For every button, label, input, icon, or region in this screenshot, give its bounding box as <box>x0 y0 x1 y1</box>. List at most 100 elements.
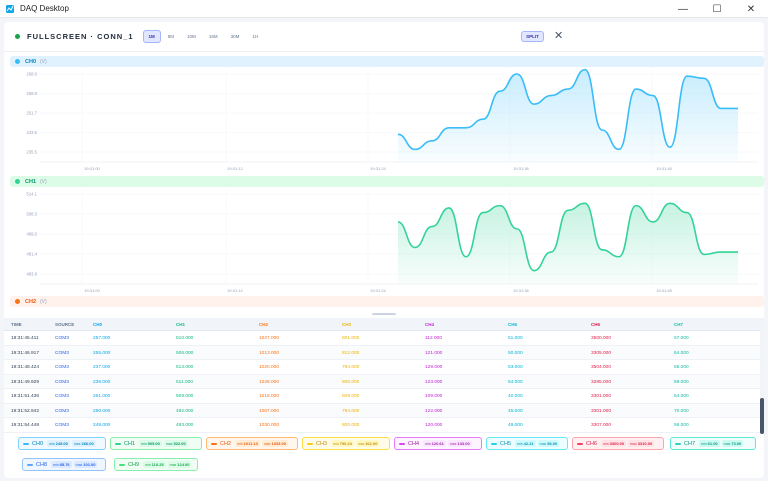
table-cell: 40.000 <box>508 394 523 399</box>
chip-min-stat: min 61.00 <box>699 440 720 447</box>
channel-color-swatch <box>115 442 121 445</box>
readings-table: TIME SOURCE CH0 CH1 CH2 CH3 CH4 CH5 CH6 CH7 19:31… <box>4 318 760 433</box>
table-cell: 3305.000 <box>591 350 612 356</box>
chip-max-stat: max 3310.00 <box>628 440 655 447</box>
table-cell: COM3 <box>55 379 69 385</box>
chart-unit: (V) <box>40 58 47 65</box>
chip-stat-value: 101.00 <box>83 462 96 467</box>
chip-stat-value: 42.21 <box>523 441 534 446</box>
chart-header-ch0[interactable]: CH0 (V) <box>10 56 764 67</box>
table-cell: 53.000 <box>508 365 523 370</box>
table-cell: 1030.000 <box>259 423 280 428</box>
table-cell: 59.000 <box>674 379 689 385</box>
table-cell: COM3 <box>55 365 69 370</box>
table-cell: 19:31:51.436 <box>11 394 40 399</box>
close-fullscreen-icon[interactable]: ✕ <box>554 30 563 42</box>
channel-chip-ch9[interactable]: CH9 min 110.25 max 124.00 <box>114 458 198 471</box>
table-row[interactable]: 19:31:49.929 COM3 238.000 511.000 1028.000 80… <box>4 374 760 389</box>
chart-ch2: CH2 (V) <box>10 296 764 308</box>
table-cell: 56.000 <box>674 423 689 428</box>
range-button-30m[interactable]: 30M <box>225 30 246 43</box>
channel-chip-ch3[interactable]: CH3 min 790.24 max 811.00 <box>302 437 390 450</box>
table-row[interactable]: 19:31:52.942 COM3 260.000 492.000 1007.000 79… <box>4 403 760 418</box>
range-button-5m[interactable]: 5M <box>162 30 180 43</box>
table-cell: 54.000 <box>674 394 689 399</box>
chip-stat-label: min <box>53 463 60 467</box>
column-header-ch6[interactable]: CH6 <box>591 322 600 327</box>
channel-color-swatch <box>399 442 405 445</box>
title-bar: DAQ Desktop — ☐ ✕ <box>0 0 768 18</box>
column-header-ch2[interactable]: CH2 <box>259 322 268 327</box>
resize-handle[interactable] <box>372 313 396 315</box>
table-cell: 45.000 <box>508 408 523 414</box>
chip-max-stat: max 811.00 <box>355 440 380 447</box>
column-header-time[interactable]: TIME <box>11 322 22 327</box>
chip-stat-value: 85.76 <box>59 462 70 467</box>
table-cell: 794.000 <box>342 408 360 414</box>
table-cell: 1018.000 <box>259 394 280 399</box>
table-row[interactable]: 19:31:51.436 COM3 261.000 509.000 1018.000 80… <box>4 389 760 404</box>
chip-stat-value: 3310.00 <box>637 441 653 446</box>
channel-color-swatch <box>577 442 583 445</box>
close-window-button[interactable]: ✕ <box>734 0 768 18</box>
range-button-10m[interactable]: 10M <box>181 30 202 43</box>
chip-stat-value: 1011.13 <box>243 441 258 446</box>
table-cell: 1020.000 <box>259 365 280 370</box>
series-area <box>398 203 738 284</box>
maximize-button[interactable]: ☐ <box>700 0 734 18</box>
channel-chip-ch2[interactable]: CH2 min 1011.13 max 1033.00 <box>206 437 298 450</box>
y-tick-label: 243.6 <box>27 130 38 135</box>
split-button[interactable]: SPLIT <box>521 31 544 42</box>
range-button-1m[interactable]: 1M <box>142 30 161 43</box>
chart-name: CH2 <box>25 298 37 305</box>
y-tick-label: 235.5 <box>27 150 38 155</box>
table-row[interactable]: 19:31:46.917 COM3 255.000 506.000 1013.000 81… <box>4 345 760 360</box>
table-row[interactable]: 19:31:45.411 COM3 257.000 510.000 1027.000 80… <box>4 331 760 346</box>
y-tick-label: 499.0 <box>27 232 38 237</box>
channel-chip-ch6[interactable]: CH6 min 3300.00 max 3310.00 <box>572 437 664 450</box>
column-header-ch4[interactable]: CH4 <box>425 322 434 327</box>
x-tick-label: 19:31:24 <box>370 288 386 293</box>
minimize-button[interactable]: — <box>666 0 700 18</box>
channel-chip-ch0[interactable]: CH0 min 245.00 max 266.00 <box>18 437 106 450</box>
chip-stat-label: min <box>145 463 152 467</box>
y-tick-label: 483.8 <box>27 272 38 277</box>
chart-header-ch1[interactable]: CH1 (V) <box>10 176 764 187</box>
table-cell: 19:31:49.929 <box>11 379 40 385</box>
column-header-ch5[interactable]: CH5 <box>508 322 517 327</box>
ch1-plot[interactable]: 514.1 508.3 499.0 491.4 483.8 19:31:00 19:31:1… <box>10 188 764 300</box>
channel-chip-ch8[interactable]: CH8 min 85.76 max 101.00 <box>22 458 106 471</box>
table-row[interactable]: 19:31:54.448 COM3 249.000 493.000 1030.000 80… <box>4 418 760 433</box>
ch0-plot[interactable]: 268.0 259.8 251.7 243.6 235.5 19:31:00 19:31:1… <box>10 68 764 178</box>
table-cell: 511.000 <box>176 379 193 385</box>
chip-stat-value: 124.00 <box>177 462 190 467</box>
table-cell: 800.000 <box>342 423 360 428</box>
chip-max-stat: max 266.00 <box>71 440 96 447</box>
channel-chip-ch5[interactable]: CH5 min 42.21 max 56.00 <box>486 437 568 450</box>
chip-min-stat: min 110.25 <box>143 461 166 468</box>
channel-chip-ch7[interactable]: CH7 min 61.00 max 73.00 <box>670 437 756 450</box>
x-tick-label: 19:31:00 <box>84 288 100 293</box>
channel-color-swatch <box>675 442 681 445</box>
range-button-15m[interactable]: 15M <box>203 30 224 43</box>
table-scrollbar-thumb[interactable] <box>760 398 764 434</box>
channel-chip-ch1[interactable]: CH1 min 505.00 max 522.00 <box>110 437 202 450</box>
column-header-source[interactable]: SOURCE <box>55 322 74 327</box>
column-header-ch1[interactable]: CH1 <box>176 322 185 327</box>
table-cell: COM3 <box>55 350 69 356</box>
column-header-ch3[interactable]: CH3 <box>342 322 351 327</box>
chip-max-stat: max 124.00 <box>167 461 192 468</box>
channel-chip-ch4[interactable]: CH4 min 120.61 max 133.00 <box>394 437 482 450</box>
chip-min-stat: min 505.00 <box>139 440 162 447</box>
column-header-ch7[interactable]: CH7 <box>674 322 683 327</box>
chip-stat-label: min <box>701 442 708 446</box>
table-cell: 70.000 <box>674 408 689 414</box>
connection-status-dot <box>15 34 20 39</box>
chip-stat-label: min <box>425 442 432 446</box>
table-row[interactable]: 19:31:48.424 COM3 237.000 513.000 1020.000 79… <box>4 360 760 375</box>
chip-min-stat: min 1011.13 <box>235 440 260 447</box>
chart-name: CH0 <box>25 58 37 65</box>
range-button-1h[interactable]: 1H <box>246 30 264 43</box>
column-header-ch0[interactable]: CH0 <box>93 322 102 327</box>
chart-header-ch2[interactable]: CH2 (V) <box>10 296 764 307</box>
